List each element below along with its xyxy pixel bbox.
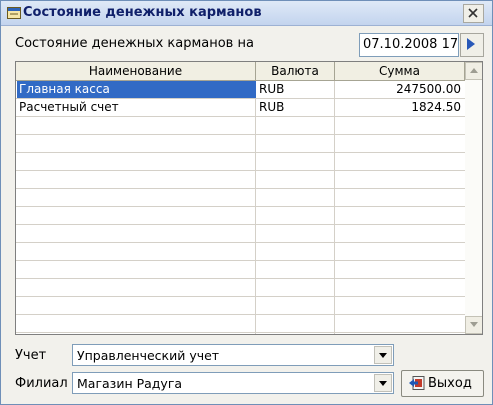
chevron-down-icon	[379, 353, 387, 358]
date-input[interactable]: 07.10.2008 17	[359, 33, 459, 57]
apply-date-button[interactable]	[460, 33, 484, 57]
close-icon	[468, 8, 478, 18]
table-cell-name[interactable]: Расчетный счет	[17, 99, 256, 116]
grid-row-divider	[16, 296, 465, 297]
grid-row-divider	[16, 134, 465, 135]
table-cell-name[interactable]: Главная касса	[17, 81, 256, 98]
grid-row-divider	[16, 278, 465, 279]
grid-row-divider	[16, 188, 465, 189]
window-title: Состояние денежных карманов	[23, 5, 262, 20]
branch-dropdown-button[interactable]	[374, 374, 392, 392]
chevron-up-icon	[470, 68, 478, 73]
app-icon	[7, 7, 21, 19]
exit-icon	[409, 376, 425, 390]
balances-table[interactable]: Наименование Валюта Сумма Главная касса …	[15, 61, 483, 335]
date-label: Состояние денежных карманов на	[15, 36, 254, 51]
chevron-down-icon	[470, 322, 478, 327]
grid-row-divider	[16, 332, 465, 333]
close-button[interactable]	[463, 4, 484, 23]
branch-label: Филиал	[15, 376, 68, 391]
grid-row-divider	[16, 242, 465, 243]
grid-row-divider	[16, 170, 465, 171]
account-select[interactable]: Управленческий учет	[72, 344, 394, 366]
column-header-currency[interactable]: Валюта	[256, 62, 335, 81]
exit-button[interactable]: Выход	[401, 370, 484, 397]
grid-row-divider	[16, 206, 465, 207]
grid-row-divider	[16, 260, 465, 261]
grid-row-divider	[16, 224, 465, 225]
account-dropdown-button[interactable]	[374, 346, 392, 364]
chevron-down-icon	[379, 381, 387, 386]
date-value: 07.10.2008 17	[363, 37, 459, 52]
dialog-window: Состояние денежных карманов Состояние де…	[0, 0, 493, 405]
branch-select[interactable]: Магазин Радуга	[72, 372, 394, 394]
branch-select-value: Магазин Радуга	[77, 376, 183, 391]
table-cell-currency[interactable]: RUB	[257, 81, 333, 98]
vertical-scrollbar[interactable]	[465, 62, 482, 334]
scroll-up-button[interactable]	[465, 62, 482, 80]
grid-row-divider	[16, 152, 465, 153]
grid-row-divider	[16, 116, 465, 117]
title-bar[interactable]: Состояние денежных карманов	[1, 1, 492, 26]
column-header-name[interactable]: Наименование	[16, 62, 256, 81]
table-cell-amount[interactable]: 1824.50	[336, 99, 463, 116]
scroll-down-button[interactable]	[465, 316, 482, 334]
exit-button-label: Выход	[428, 376, 472, 391]
table-cell-currency[interactable]: RUB	[257, 99, 333, 116]
account-select-value: Управленческий учет	[77, 348, 220, 363]
table-cell-amount[interactable]: 247500.00	[336, 81, 463, 98]
arrow-right-icon	[467, 38, 475, 50]
column-header-amount[interactable]: Сумма	[335, 62, 465, 81]
grid-row-divider	[16, 314, 465, 315]
account-label: Учет	[15, 348, 47, 363]
